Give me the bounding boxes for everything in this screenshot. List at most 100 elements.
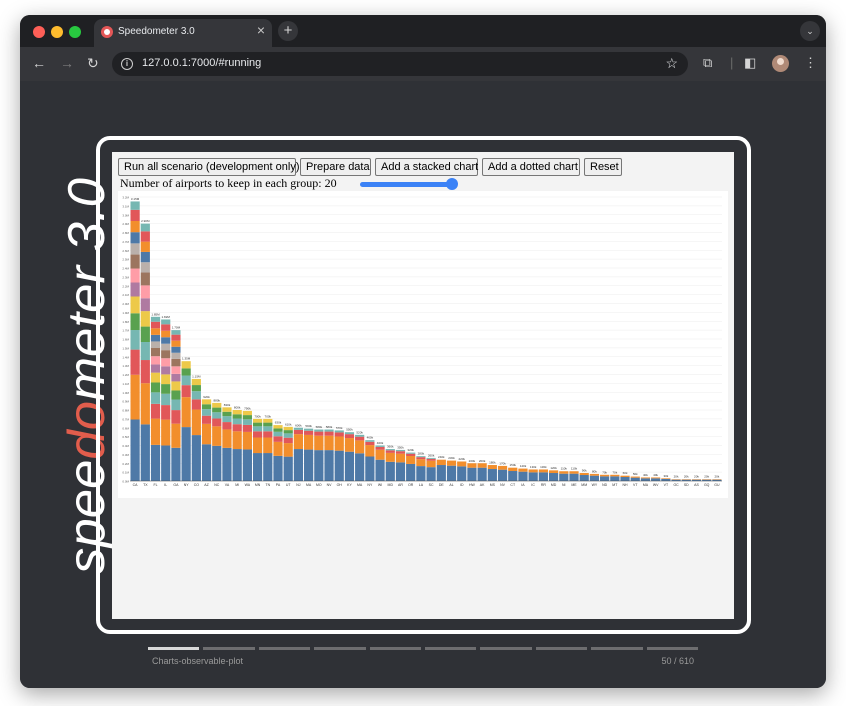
- bar-segment[interactable]: [283, 426, 293, 431]
- bar-segment[interactable]: [477, 467, 487, 481]
- bar-segment[interactable]: [406, 463, 416, 481]
- bar-segment[interactable]: [242, 419, 252, 425]
- bar-segment[interactable]: [150, 328, 161, 335]
- bar-segment[interactable]: [171, 352, 181, 359]
- bar-segment[interactable]: [395, 453, 406, 463]
- bar-segment[interactable]: [252, 437, 263, 454]
- bar-segment[interactable]: [385, 452, 395, 462]
- bar-segment[interactable]: [334, 436, 344, 451]
- address-bar[interactable]: i 127.0.0.1:7000/#running ☆: [112, 52, 688, 76]
- bar-segment[interactable]: [150, 356, 161, 365]
- bar-segment[interactable]: [406, 456, 416, 464]
- reload-icon[interactable]: ↻: [87, 56, 99, 70]
- bar-segment[interactable]: [304, 434, 314, 450]
- bar-segment[interactable]: [171, 358, 181, 367]
- bar-segment[interactable]: [589, 475, 600, 481]
- bar-segment[interactable]: [385, 450, 395, 453]
- minimize-window-button[interactable]: [51, 26, 63, 38]
- bar-segment[interactable]: [640, 477, 651, 479]
- bar-segment[interactable]: [232, 431, 242, 450]
- bar-segment[interactable]: [201, 444, 212, 481]
- bar-segment[interactable]: [171, 410, 181, 424]
- bar-segment[interactable]: [232, 449, 242, 481]
- bar-segment[interactable]: [446, 465, 457, 481]
- bar-segment[interactable]: [426, 460, 436, 468]
- bar-segment[interactable]: [222, 422, 232, 430]
- bar-segment[interactable]: [140, 262, 150, 273]
- bar-segment[interactable]: [130, 296, 140, 314]
- back-icon[interactable]: ←: [32, 56, 46, 70]
- bar-segment[interactable]: [283, 443, 293, 457]
- bar-segment[interactable]: [232, 414, 242, 419]
- bar-segment[interactable]: [201, 423, 212, 445]
- bar-segment[interactable]: [355, 434, 365, 437]
- bar-segment[interactable]: [497, 469, 508, 481]
- bar-segment[interactable]: [222, 411, 232, 417]
- bar-segment[interactable]: [150, 392, 161, 404]
- bar-segment[interactable]: [191, 409, 201, 436]
- bar-segment[interactable]: [324, 431, 334, 436]
- bar-segment[interactable]: [222, 407, 232, 412]
- bar-segment[interactable]: [161, 419, 171, 446]
- bar-segment[interactable]: [140, 383, 150, 425]
- bar-segment[interactable]: [640, 478, 651, 481]
- bar-segment[interactable]: [252, 426, 263, 432]
- bar-segment[interactable]: [181, 385, 191, 398]
- bar-segment[interactable]: [161, 393, 171, 406]
- bar-segment[interactable]: [457, 461, 467, 467]
- bar-segment[interactable]: [161, 337, 171, 344]
- bar-segment[interactable]: [273, 436, 283, 442]
- bar-segment[interactable]: [324, 429, 334, 432]
- bar-segment[interactable]: [344, 438, 355, 452]
- bar-segment[interactable]: [150, 321, 161, 329]
- bar-segment[interactable]: [324, 450, 334, 481]
- bar-segment[interactable]: [395, 462, 406, 481]
- bar-segment[interactable]: [130, 232, 140, 244]
- bar-segment[interactable]: [232, 424, 242, 432]
- bar-segment[interactable]: [630, 476, 640, 478]
- bar-segment[interactable]: [140, 326, 150, 343]
- bar-segment[interactable]: [293, 429, 304, 435]
- bar-segment[interactable]: [161, 358, 171, 367]
- bar-segment[interactable]: [651, 478, 661, 481]
- bar-segment[interactable]: [130, 201, 140, 210]
- bar-segment[interactable]: [314, 429, 324, 432]
- airports-slider[interactable]: [360, 182, 456, 187]
- bar-segment[interactable]: [191, 385, 201, 392]
- bar-segment[interactable]: [365, 440, 375, 442]
- bar-segment[interactable]: [416, 456, 426, 458]
- bar-segment[interactable]: [446, 460, 457, 466]
- bar-segment[interactable]: [416, 457, 426, 460]
- close-tab-icon[interactable]: ×: [257, 23, 265, 37]
- url-text[interactable]: 127.0.0.1:7000/#running: [142, 57, 261, 69]
- bar-segment[interactable]: [355, 453, 365, 481]
- bar-segment[interactable]: [334, 450, 344, 481]
- bar-segment[interactable]: [273, 455, 283, 481]
- bar-segment[interactable]: [130, 268, 140, 283]
- bar-segment[interactable]: [355, 440, 365, 454]
- bar-segment[interactable]: [385, 449, 395, 451]
- bar-segment[interactable]: [161, 324, 171, 331]
- bar-segment[interactable]: [508, 467, 518, 472]
- bar-segment[interactable]: [212, 418, 222, 427]
- bar-segment[interactable]: [252, 422, 263, 427]
- bar-segment[interactable]: [273, 431, 283, 437]
- bar-segment[interactable]: [375, 449, 385, 460]
- bar-segment[interactable]: [518, 471, 528, 481]
- bar-segment[interactable]: [161, 445, 171, 481]
- bar-segment[interactable]: [263, 437, 273, 454]
- profile-avatar[interactable]: [772, 55, 789, 72]
- bar-segment[interactable]: [150, 364, 161, 373]
- bar-segment[interactable]: [589, 473, 600, 476]
- bar-segment[interactable]: [487, 465, 497, 470]
- bar-segment[interactable]: [518, 468, 528, 472]
- bar-segment[interactable]: [161, 405, 171, 420]
- bar-segment[interactable]: [140, 298, 150, 312]
- bar-segment[interactable]: [130, 374, 140, 420]
- bar-segment[interactable]: [314, 435, 324, 451]
- bar-segment[interactable]: [222, 429, 232, 448]
- bar-segment[interactable]: [161, 343, 171, 351]
- bar-segment[interactable]: [212, 445, 222, 481]
- bar-segment[interactable]: [467, 463, 477, 468]
- extensions-icon[interactable]: ⧉: [703, 56, 712, 69]
